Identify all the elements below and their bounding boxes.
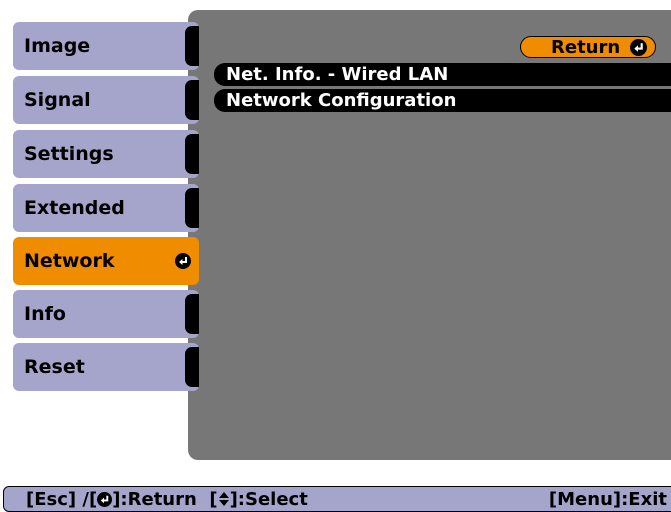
esc-hint: [Esc] /[ [26,489,98,510]
sidebar-item-image[interactable]: Image [13,22,199,70]
status-bar: [Esc] /[ ]:Return [ ]:Select [Menu]:Exit [3,486,671,512]
menu-item-label: Net. Info. - Wired LAN [226,64,449,85]
enter-icon [630,39,647,56]
menu-item-net-info-wired-lan[interactable]: Net. Info. - Wired LAN [214,63,671,86]
sidebar-item-label: Info [24,303,66,325]
sidebar-item-extended[interactable]: Extended [13,184,199,232]
return-hint: ]:Return [ [112,489,218,510]
key-hints: [Esc] /[ ]:Return [ ]:Select [26,489,308,510]
sidebar-item-label: Reset [24,356,85,378]
sidebar-item-settings[interactable]: Settings [13,130,199,178]
sidebar-item-info[interactable]: Info [13,290,199,338]
select-hint: ]:Select [229,489,308,510]
sidebar-item-label: Extended [24,197,125,219]
sidebar-item-network[interactable]: Network [13,237,199,285]
menu-item-label: Network Configuration [226,90,457,111]
sidebar-item-label: Image [24,35,91,57]
sidebar-item-label: Network [24,250,115,272]
menu-exit-hint: [Menu]:Exit [548,489,667,510]
sidebar-item-label: Settings [24,143,114,165]
sidebar-item-signal[interactable]: Signal [13,76,199,124]
sidebar-item-reset[interactable]: Reset [13,343,199,391]
sidebar-item-label: Signal [24,89,91,111]
return-button-label: Return [551,36,621,58]
menu-item-network-configuration[interactable]: Network Configuration [214,89,671,112]
return-button[interactable]: Return [520,36,656,58]
enter-icon [97,492,113,507]
up-down-arrows-icon [218,489,230,510]
enter-icon [175,253,191,269]
